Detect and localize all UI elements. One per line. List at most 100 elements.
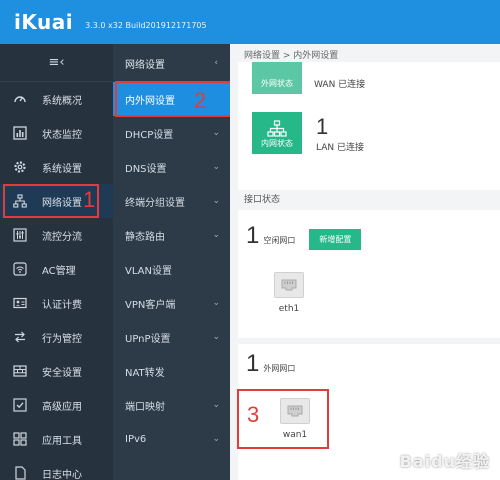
sidebar-item-security[interactable]: 安全设置 <box>0 354 113 388</box>
lan-status-tile[interactable]: 内网状态 <box>252 112 302 154</box>
sidebar-item-label: 流控分流 <box>42 231 82 243</box>
submenu-item-ipv6[interactable]: IPv6 ⌄ <box>113 422 230 456</box>
doc-icon <box>10 465 30 480</box>
arrows-icon <box>10 329 30 345</box>
gauge-icon <box>10 91 30 107</box>
ethernet-port-icon <box>274 272 304 298</box>
sidebar-item-label: 应用工具 <box>42 435 82 447</box>
idle-ports-header: 1 空闲网口 新增配置 <box>246 222 362 250</box>
add-config-button[interactable]: 新增配置 <box>309 228 362 250</box>
idle-port-count: 1 <box>246 222 260 249</box>
submenu-item-label: DHCP设置 <box>125 129 174 141</box>
submenu-item-terminal-group[interactable]: 终端分组设置 ⌄ <box>113 184 230 218</box>
top-header: iKuai 3.3.0 x32 Build201912171705 <box>0 0 500 44</box>
secondary-sidebar: 网络设置 ‹ 内外网设置 DHCP设置 ⌄ DNS设置 ⌄ 终端分组设置 ⌄ 静… <box>113 44 234 480</box>
interface-status-label: 接口状态 <box>244 195 281 205</box>
wifi-icon <box>10 261 30 277</box>
menu-collapse-icon: ≡‹ <box>48 55 65 70</box>
chevron-down-icon: ⌄ <box>212 230 220 240</box>
idle-ports-card: 1 空闲网口 新增配置 eth1 <box>238 210 500 338</box>
check-icon <box>10 397 30 413</box>
submenu-title: 网络设置 <box>125 59 165 71</box>
chevron-down-icon: ⌄ <box>212 128 220 138</box>
submenu-item-upnp[interactable]: UPnP设置 ⌄ <box>113 320 230 354</box>
sidebar-item-label: 日志中心 <box>42 469 82 480</box>
submenu-item-port-mapping[interactable]: 端口映射 ⌄ <box>113 388 230 422</box>
submenu-item-label: 终端分组设置 <box>125 197 185 209</box>
sidebar-item-monitor[interactable]: 状态监控 <box>0 116 113 150</box>
sidebar-item-label: 系统设置 <box>42 163 82 175</box>
wan-port-label: 外网网口 <box>263 363 296 373</box>
chevron-down-icon: ⌄ <box>212 434 220 444</box>
sidebar-item-auth-billing[interactable]: 认证计费 <box>0 286 113 320</box>
chart-icon <box>10 125 30 141</box>
chevron-down-icon: ⌄ <box>212 400 220 410</box>
sidebar-item-network-settings[interactable]: 网络设置 1 <box>0 184 113 218</box>
submenu-item-dns[interactable]: DNS设置 ⌄ <box>113 150 230 184</box>
grid-icon <box>10 431 30 447</box>
sidebar-item-system-settings[interactable]: 系统设置 <box>0 150 113 184</box>
status-card: 外网状态 WAN 已连接 内网状态 1 LAN 已连接 <box>238 62 500 190</box>
submenu-item-label: NAT转发 <box>125 367 165 379</box>
submenu-item-label: 静态路由 <box>125 231 165 243</box>
sidebar-item-label: 行为管控 <box>42 333 82 345</box>
submenu-item-label: IPv6 <box>125 433 147 445</box>
submenu-item-label: VLAN设置 <box>125 265 172 277</box>
annotation-box-2 <box>115 81 234 117</box>
chevron-down-icon: ⌄ <box>212 162 220 172</box>
sidebar-item-label: AC管理 <box>42 265 76 277</box>
submenu-item-nat[interactable]: NAT转发 <box>113 354 230 388</box>
submenu-item-static-route[interactable]: 静态路由 ⌄ <box>113 218 230 252</box>
eth1-port-name: eth1 <box>278 304 300 314</box>
sidebar-item-label: 系统概况 <box>42 95 82 107</box>
chevron-left-icon: ‹ <box>214 58 218 68</box>
submenu-item-vpn-client[interactable]: VPN客户端 ⌄ <box>113 286 230 320</box>
chevron-down-icon: ⌄ <box>212 298 220 308</box>
wan-status-tile[interactable]: 外网状态 <box>252 62 302 94</box>
sliders-icon <box>10 227 30 243</box>
submenu-item-lan-wan[interactable]: 内外网设置 <box>113 81 234 117</box>
sidebar-collapse-button[interactable]: ≡‹ <box>0 44 113 82</box>
wan-status-tile-label: 外网状态 <box>261 79 293 88</box>
annotation-number-2: 2 <box>194 88 207 113</box>
lan-status-info: 1 LAN 已连接 <box>316 114 364 153</box>
id-card-icon <box>10 295 30 311</box>
sidebar-item-label: 安全设置 <box>42 367 82 379</box>
submenu-item-label: VPN客户端 <box>125 299 176 311</box>
sidebar-item-label: 状态监控 <box>42 129 82 141</box>
idle-port-label: 空闲网口 <box>263 235 296 245</box>
lan-status-tile-label: 内网状态 <box>261 139 293 148</box>
sidebar-item-ac-management[interactable]: AC管理 <box>0 252 113 286</box>
submenu-item-label: UPnP设置 <box>125 333 171 345</box>
submenu-item-vlan[interactable]: VLAN设置 <box>113 252 230 286</box>
sidebar-item-tools[interactable]: 应用工具 <box>0 422 113 456</box>
sidebar-item-overview[interactable]: 系统概况 <box>0 82 113 116</box>
annotation-number-3: 3 <box>247 402 260 427</box>
submenu-header[interactable]: 网络设置 ‹ <box>113 44 230 82</box>
wan-ports-header: 1 外网网口 <box>246 350 295 378</box>
lan-status-row: 内网状态 1 LAN 已连接 <box>252 112 364 154</box>
chevron-down-icon: ⌄ <box>212 196 220 206</box>
version-text: 3.3.0 x32 Build201912171705 <box>85 20 207 30</box>
submenu-item-dhcp[interactable]: DHCP设置 ⌄ <box>113 116 230 150</box>
gear-icon <box>10 159 30 175</box>
submenu-item-label: 端口映射 <box>125 401 165 413</box>
sidebar-item-flow-control[interactable]: 流控分流 <box>0 218 113 252</box>
network-icon <box>267 120 287 137</box>
eth1-port[interactable]: eth1 <box>274 272 304 314</box>
ikuai-logo: iKuai <box>14 10 74 34</box>
primary-sidebar: ≡‹ 系统概况 状态监控 系统设置 网络设置 1 流控分流 AC管理 认证计费 … <box>0 44 113 480</box>
annotation-number-1: 1 <box>83 187 96 212</box>
sidebar-item-advanced[interactable]: 高级应用 <box>0 388 113 422</box>
sidebar-item-label: 高级应用 <box>42 401 82 413</box>
lan-count: 1 <box>316 113 329 139</box>
breadcrumb: 网络设置 > 内外网设置 <box>244 51 339 61</box>
wan-status-text: WAN 已连接 <box>314 79 366 90</box>
sidebar-item-label: 认证计费 <box>42 299 82 311</box>
wan-status-row: 外网状态 WAN 已连接 <box>252 62 365 94</box>
lan-status-text: LAN 已连接 <box>316 142 364 153</box>
sidebar-item-behavior-control[interactable]: 行为管控 <box>0 320 113 354</box>
sidebar-item-log-center[interactable]: 日志中心 <box>0 456 113 480</box>
shield-icon <box>10 363 30 379</box>
watermark: Baidu经验 <box>399 452 490 471</box>
